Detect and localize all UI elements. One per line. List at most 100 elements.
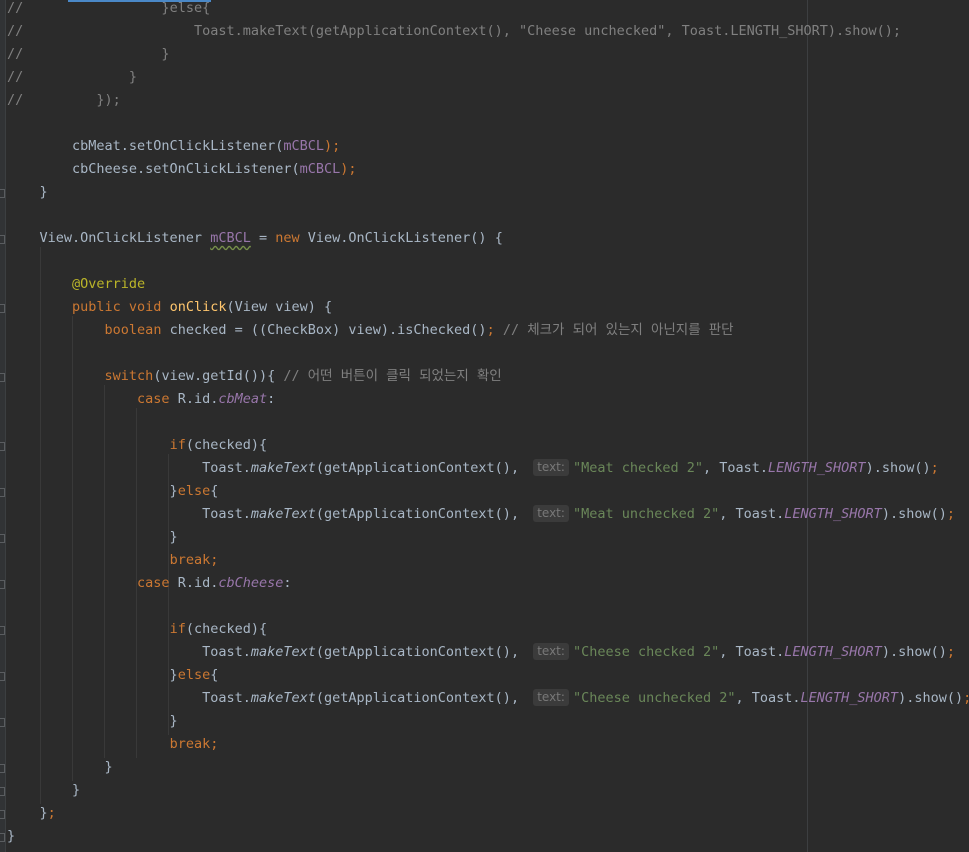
code-line[interactable]: }else{ xyxy=(7,664,219,687)
code-token: }else{ xyxy=(23,0,211,16)
fold-marker-icon[interactable] xyxy=(0,580,5,589)
code-token: LENGTH_SHORT xyxy=(768,460,866,476)
code-token: "Cheese checked 2" xyxy=(572,644,720,660)
code-line[interactable]: // }); xyxy=(7,89,121,112)
fold-marker-icon[interactable] xyxy=(0,534,5,543)
code-token: } xyxy=(7,782,81,798)
code-line[interactable]: // } xyxy=(7,66,137,89)
code-token: break; xyxy=(169,736,219,752)
code-line[interactable]: Toast.makeText(getApplicationContext(), … xyxy=(7,687,969,710)
parameter-hint: text: xyxy=(533,459,569,476)
code-line[interactable]: Toast.makeText(getApplicationContext(), … xyxy=(7,457,939,480)
fold-marker-icon[interactable] xyxy=(0,833,5,842)
fold-marker-icon[interactable] xyxy=(0,672,5,681)
code-line[interactable]: } xyxy=(7,825,15,848)
code-token: boolean xyxy=(104,322,170,338)
code-token: // xyxy=(7,69,24,85)
code-token: "Cheese unchecked 2" xyxy=(572,690,736,706)
code-line[interactable]: }; xyxy=(7,802,56,825)
code-token: } xyxy=(23,69,138,85)
code-token: (checked){ xyxy=(185,621,268,637)
code-token: } xyxy=(23,46,170,62)
fold-marker-icon[interactable] xyxy=(0,764,5,773)
code-line[interactable]: switch(view.getId()){ // 어떤 버튼이 클릭 되었는지 … xyxy=(7,365,502,388)
code-token: // 어떤 버튼이 클릭 되었는지 확인 xyxy=(283,368,502,384)
code-line[interactable]: boolean checked = ((CheckBox) view).isCh… xyxy=(7,319,734,342)
code-token: LENGTH_SHORT xyxy=(784,506,882,522)
code-token: (checked){ xyxy=(185,437,268,453)
code-token: , Toast. xyxy=(719,506,785,522)
code-token: } xyxy=(7,713,178,729)
code-line[interactable]: case R.id.cbCheese: xyxy=(7,572,291,595)
code-token: "Meat checked 2" xyxy=(572,460,703,476)
code-line[interactable]: View.OnClickListener mCBCL = new View.On… xyxy=(7,227,503,250)
fold-marker-icon[interactable] xyxy=(0,810,5,819)
code-token: switch xyxy=(104,368,154,384)
code-token: ).show() xyxy=(881,644,947,660)
fold-marker-icon[interactable] xyxy=(0,189,5,198)
code-token: // xyxy=(7,23,24,39)
code-token: R.id. xyxy=(177,575,219,591)
code-token: } xyxy=(7,529,178,545)
code-line[interactable]: Toast.makeText(getApplicationContext(), … xyxy=(7,503,955,526)
code-token: LENGTH_SHORT xyxy=(784,644,882,660)
parameter-hint: text: xyxy=(533,689,569,706)
code-line[interactable]: } xyxy=(7,526,178,549)
right-margin-guide xyxy=(807,0,808,852)
code-line[interactable]: @Override xyxy=(7,273,145,296)
code-line[interactable]: } xyxy=(7,779,80,802)
code-line[interactable]: }else{ xyxy=(7,480,219,503)
code-line[interactable]: if(checked){ xyxy=(7,434,268,457)
code-token: else xyxy=(177,667,211,683)
code-token: LENGTH_SHORT xyxy=(800,690,899,706)
code-token: Toast.makeText(getApplicationContext(), … xyxy=(23,23,902,39)
code-token: View.OnClickListener() { xyxy=(299,230,503,246)
code-line[interactable]: } xyxy=(7,181,48,204)
code-token: Toast. xyxy=(7,690,251,706)
code-token: mCBCL xyxy=(283,138,324,154)
code-token: } xyxy=(7,828,16,844)
code-token: (getApplicationContext(), xyxy=(315,506,528,522)
code-line[interactable]: // } xyxy=(7,43,170,66)
code-token: ; xyxy=(930,460,939,476)
fold-marker-icon[interactable] xyxy=(0,626,5,635)
code-line[interactable]: cbCheese.setOnClickListener(mCBCL); xyxy=(7,158,357,181)
code-line[interactable]: } xyxy=(7,756,113,779)
fold-marker-icon[interactable] xyxy=(0,718,5,727)
code-line[interactable]: cbMeat.setOnClickListener(mCBCL); xyxy=(7,135,340,158)
code-line[interactable]: if(checked){ xyxy=(7,618,268,641)
code-token: Toast. xyxy=(7,506,251,522)
fold-marker-icon[interactable] xyxy=(0,787,5,796)
code-token: // xyxy=(7,46,24,62)
code-token: ; xyxy=(963,690,969,706)
code-token: "Meat unchecked 2" xyxy=(572,506,720,522)
code-token: onClick xyxy=(169,299,227,315)
fold-marker-icon[interactable] xyxy=(0,488,5,497)
code-line[interactable]: Toast.makeText(getApplicationContext(), … xyxy=(7,641,955,664)
code-token: ); xyxy=(340,161,357,177)
code-line[interactable]: break; xyxy=(7,549,219,572)
code-token: } xyxy=(7,184,48,200)
code-line[interactable]: // Toast.makeText(getApplicationContext(… xyxy=(7,20,901,43)
code-token: , Toast. xyxy=(719,644,785,660)
code-token: else xyxy=(177,483,211,499)
code-line[interactable]: case R.id.cbMeat: xyxy=(7,388,275,411)
fold-marker-icon[interactable] xyxy=(0,442,5,451)
code-token: if xyxy=(169,437,186,453)
fold-marker-icon[interactable] xyxy=(0,304,5,313)
code-line[interactable]: } xyxy=(7,710,178,733)
code-line[interactable]: public void onClick(View view) { xyxy=(7,296,332,319)
code-token: cbCheese xyxy=(218,575,284,591)
fold-marker-icon[interactable] xyxy=(0,235,5,244)
code-token: case xyxy=(137,391,178,407)
code-editor[interactable]: // }else{// Toast.makeText(getApplicatio… xyxy=(0,0,969,852)
code-token: cbMeat xyxy=(218,391,268,407)
code-line[interactable]: break; xyxy=(7,733,219,756)
fold-marker-icon[interactable] xyxy=(0,373,5,382)
code-token: (View view) { xyxy=(226,299,333,315)
code-token: ; xyxy=(486,322,503,338)
code-line[interactable]: // }else{ xyxy=(7,0,210,20)
